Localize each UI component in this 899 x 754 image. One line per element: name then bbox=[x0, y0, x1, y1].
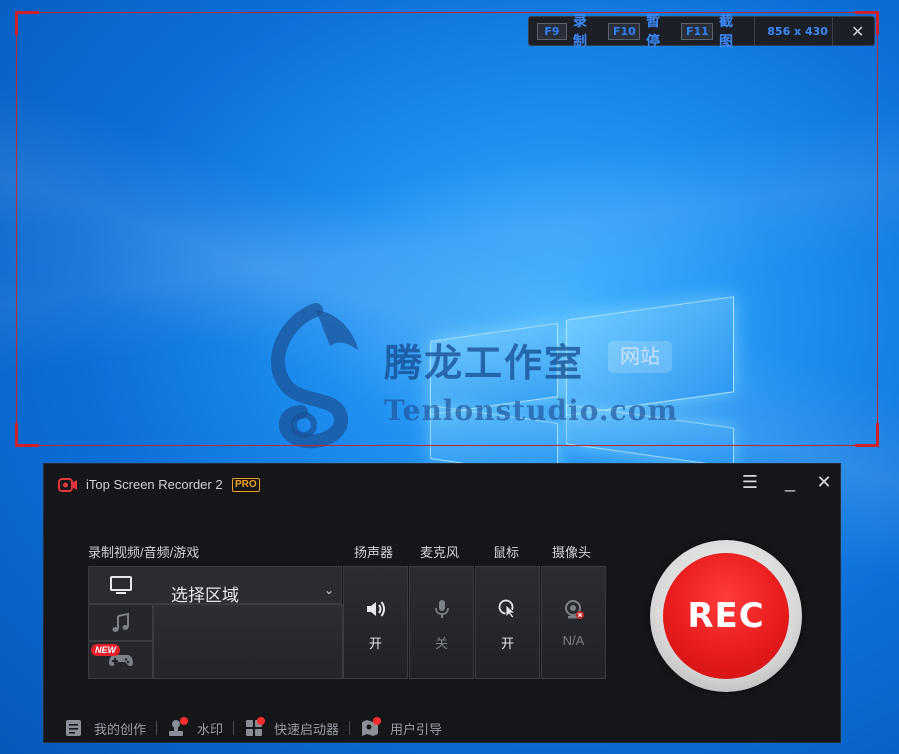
user-guide-link[interactable]: 用户引导 bbox=[360, 717, 443, 738]
my-creations-label: 我的创作 bbox=[94, 721, 147, 737]
screenshot-toolbar-button[interactable]: 截图 bbox=[719, 11, 746, 51]
pro-badge: PRO bbox=[232, 478, 260, 492]
capture-dimensions: 856 x 430 bbox=[767, 24, 828, 38]
cursor-click-icon bbox=[498, 599, 516, 619]
camera-label: 摄像头 bbox=[552, 545, 592, 560]
user-guide-label: 用户引导 bbox=[390, 721, 443, 737]
rec-label: REC bbox=[687, 596, 765, 636]
quick-launcher-label: 快速启动器 bbox=[274, 721, 340, 737]
microphone-icon bbox=[434, 600, 449, 618]
quick-launcher-link[interactable]: 快速启动器 bbox=[244, 717, 340, 738]
toolbar-divider bbox=[753, 16, 755, 46]
footer-bar: 我的创作 水印 快速启动器 用户引导 bbox=[64, 717, 443, 738]
mouse-state: 开 bbox=[500, 636, 514, 651]
title-bar[interactable]: iTop Screen Recorder 2 PRO ☰ _ ✕ bbox=[44, 464, 840, 504]
capture-region[interactable] bbox=[15, 11, 879, 447]
mouse-toggle[interactable]: 开 bbox=[475, 566, 540, 679]
footer-divider bbox=[349, 721, 351, 735]
stamp-icon bbox=[167, 717, 189, 738]
notification-dot bbox=[257, 717, 266, 725]
notification-dot bbox=[180, 717, 189, 725]
document-list-icon bbox=[66, 720, 81, 736]
microphone-state: 关 bbox=[434, 636, 448, 651]
new-badge: NEW bbox=[91, 644, 120, 656]
microphone-label: 麦克风 bbox=[420, 545, 460, 560]
speaker-state: 开 bbox=[368, 636, 382, 651]
camera-state: N/A bbox=[562, 633, 585, 648]
camera-toggle[interactable]: N/A bbox=[541, 566, 606, 679]
monitor-icon bbox=[110, 576, 132, 594]
game-mode-button[interactable]: NEW bbox=[88, 641, 153, 679]
chevron-down-icon: ⌄ bbox=[323, 583, 334, 597]
region-dropdown[interactable]: 选择区域 ⌄ bbox=[153, 583, 343, 679]
record-mode-label: 录制视频/音频/游戏 bbox=[88, 545, 200, 560]
record-mode-selector: NEW bbox=[88, 566, 342, 679]
audio-mode-button[interactable] bbox=[88, 604, 153, 641]
rec-button[interactable]: REC bbox=[663, 553, 789, 679]
recorder-window: iTop Screen Recorder 2 PRO ☰ _ ✕ 录制视频/音频… bbox=[43, 463, 841, 743]
app-title: iTop Screen Recorder 2 bbox=[86, 477, 223, 492]
watermark-link[interactable]: 水印 bbox=[167, 717, 224, 738]
menu-icon[interactable]: ☰ bbox=[736, 472, 764, 496]
microphone-toggle[interactable]: 关 bbox=[409, 566, 474, 679]
speaker-icon bbox=[366, 601, 385, 617]
footer-divider bbox=[156, 721, 158, 735]
region-dropdown-value: 选择区域 bbox=[171, 586, 239, 605]
record-toolbar-button[interactable]: 录制 bbox=[573, 11, 600, 51]
rec-button-ring: REC bbox=[650, 540, 802, 692]
speaker-toggle[interactable]: 开 bbox=[343, 566, 408, 679]
minimize-button[interactable]: _ bbox=[776, 472, 804, 496]
map-guide-icon bbox=[360, 717, 382, 738]
webcam-icon bbox=[564, 600, 584, 619]
mouse-label: 鼠标 bbox=[493, 545, 520, 560]
record-hotkey: F9 bbox=[537, 22, 567, 40]
app-logo-icon bbox=[58, 478, 77, 492]
toolbar-divider bbox=[832, 16, 834, 46]
notification-dot bbox=[373, 717, 382, 725]
pause-toolbar-button[interactable]: 暂停 bbox=[646, 11, 673, 51]
watermark-label: 水印 bbox=[197, 721, 224, 737]
grid-icon bbox=[244, 717, 266, 738]
resize-handle-bottom-right[interactable] bbox=[855, 423, 879, 447]
resize-handle-top-left[interactable] bbox=[15, 11, 39, 35]
close-button[interactable]: ✕ bbox=[810, 472, 838, 496]
screenshot-hotkey: F11 bbox=[680, 22, 713, 40]
music-note-icon bbox=[112, 612, 129, 632]
pause-hotkey: F10 bbox=[607, 22, 640, 40]
speaker-label: 扬声器 bbox=[354, 545, 394, 560]
resize-handle-bottom-left[interactable] bbox=[15, 423, 39, 447]
footer-divider bbox=[233, 721, 235, 735]
capture-toolbar: F9 录制 F10 暂停 F11 截图 856 x 430 ✕ bbox=[528, 14, 875, 50]
my-creations-link[interactable]: 我的创作 bbox=[64, 718, 146, 738]
close-capture-button[interactable]: ✕ bbox=[841, 22, 874, 41]
